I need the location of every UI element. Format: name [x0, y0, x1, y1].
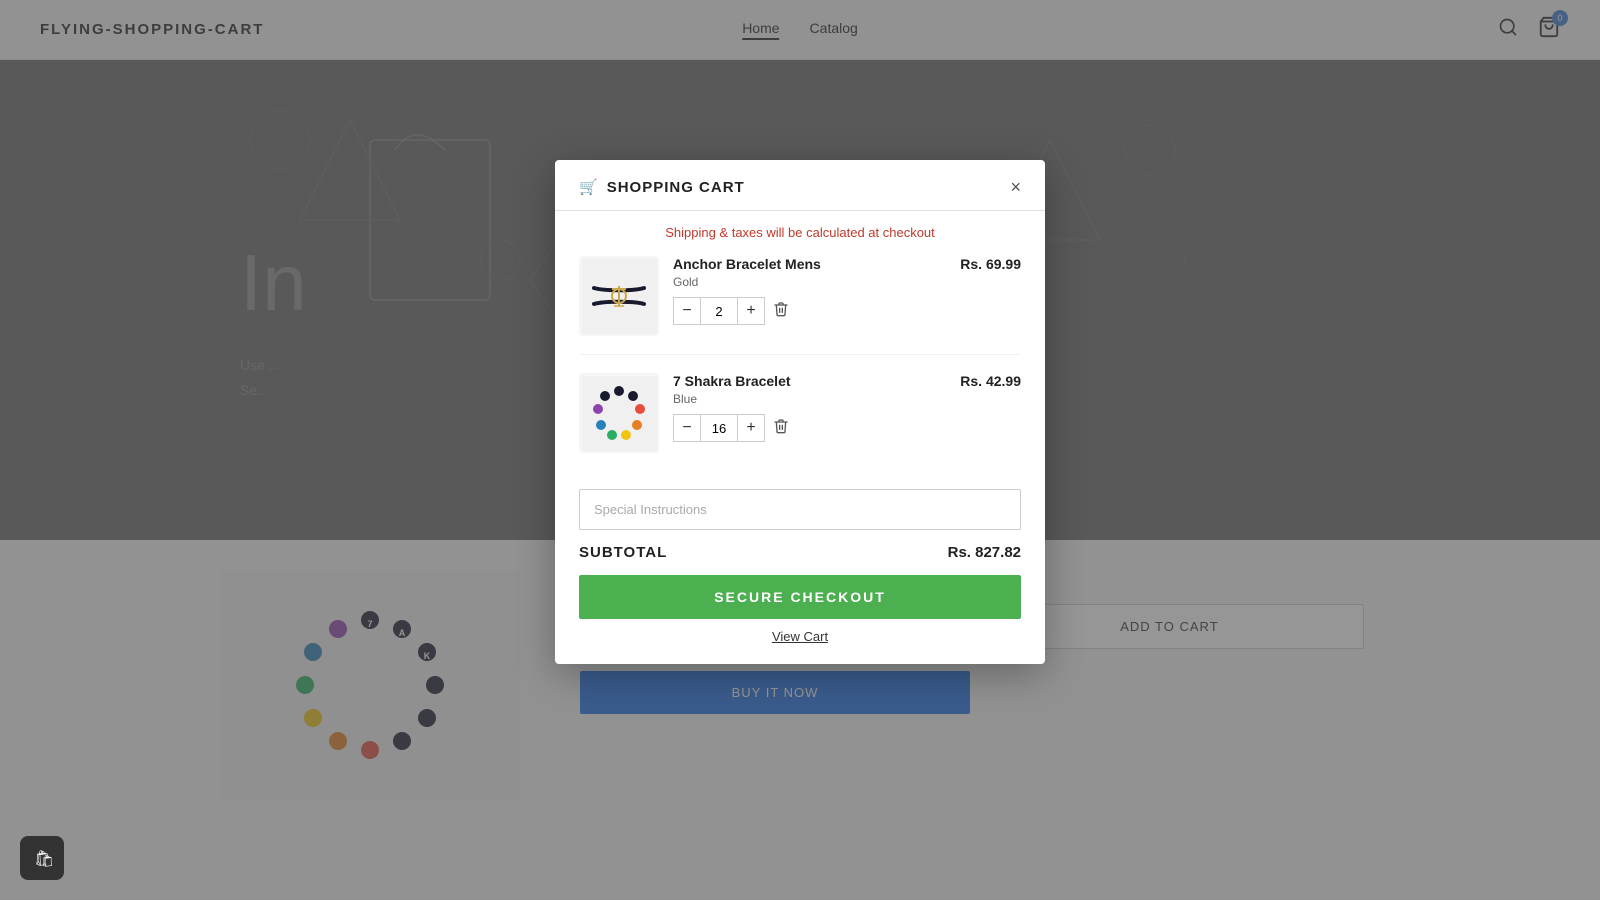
shopify-badge[interactable]: 🛍 — [20, 836, 64, 880]
item-2-image — [579, 373, 659, 453]
modal-title: 🛒 SHOPPING CART — [579, 178, 745, 196]
cart-icon-modal: 🛒 — [579, 178, 599, 196]
item-2-name: 7 Shakra Bracelet — [673, 373, 946, 389]
item-1-quantity: 2 — [701, 297, 737, 325]
modal-body: Shipping & taxes will be calculated at c… — [555, 211, 1045, 664]
item-1-price: Rs. 69.99 — [960, 256, 1021, 272]
item-2-quantity: 16 — [701, 414, 737, 442]
subtotal-row: SUBTOTAL Rs. 827.82 — [579, 544, 1021, 561]
item-1-details: Anchor Bracelet Mens Gold − 2 + — [673, 256, 946, 325]
item-2-qty-controls: − 16 + — [673, 414, 946, 442]
shipping-notice: Shipping & taxes will be calculated at c… — [579, 225, 1021, 240]
item-2-delete-button[interactable] — [773, 418, 789, 439]
special-instructions-input[interactable] — [579, 489, 1021, 530]
subtotal-amount: Rs. 827.82 — [948, 544, 1021, 561]
cart-item-1: Anchor Bracelet Mens Gold − 2 + Rs. 69.9… — [579, 256, 1021, 355]
item-1-variant: Gold — [673, 275, 946, 289]
subtotal-label: SUBTOTAL — [579, 544, 667, 561]
item-1-delete-button[interactable] — [773, 301, 789, 322]
item-1-qty-controls: − 2 + — [673, 297, 946, 325]
item-2-variant: Blue — [673, 392, 946, 406]
item-2-details: 7 Shakra Bracelet Blue − 16 + — [673, 373, 946, 442]
item-1-name: Anchor Bracelet Mens — [673, 256, 946, 272]
cart-item-2: 7 Shakra Bracelet Blue − 16 + Rs. 42.99 — [579, 373, 1021, 471]
item-1-increase-button[interactable]: + — [737, 297, 765, 325]
item-1-decrease-button[interactable]: − — [673, 297, 701, 325]
shopping-cart-modal: 🛒 SHOPPING CART × Shipping & taxes will … — [555, 160, 1045, 664]
item-2-increase-button[interactable]: + — [737, 414, 765, 442]
secure-checkout-button[interactable]: SECURE CHECKOUT — [579, 575, 1021, 619]
modal-header: 🛒 SHOPPING CART × — [555, 160, 1045, 211]
item-2-decrease-button[interactable]: − — [673, 414, 701, 442]
item-2-price: Rs. 42.99 — [960, 373, 1021, 389]
modal-close-button[interactable]: × — [1010, 178, 1021, 196]
svg-text:🛍: 🛍 — [34, 850, 54, 868]
item-1-image — [579, 256, 659, 336]
view-cart-link[interactable]: View Cart — [579, 629, 1021, 644]
